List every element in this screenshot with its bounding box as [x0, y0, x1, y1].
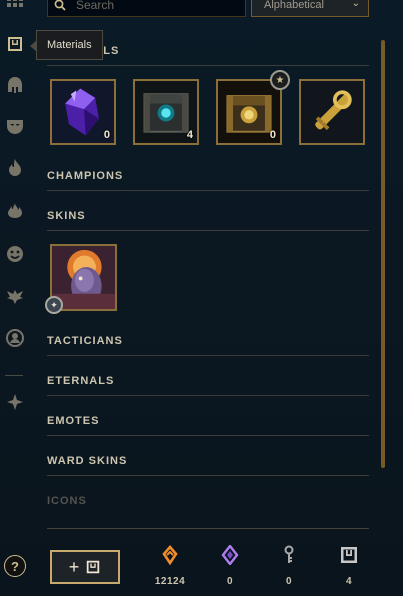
- flame-icon[interactable]: [4, 156, 26, 178]
- material-tile-gemstone[interactable]: 0: [50, 79, 116, 145]
- section-emotes-label: EMOTES: [47, 415, 100, 427]
- section-divider: [47, 475, 369, 476]
- section-ward-skins-label: WARD SKINS: [47, 455, 128, 467]
- section-tacticians[interactable]: TACTICIANS: [47, 335, 369, 356]
- blue-essence-value: 12124: [154, 576, 186, 587]
- winged-icon[interactable]: [4, 285, 26, 307]
- material-count: 4: [186, 129, 193, 141]
- material-count: 0: [269, 129, 276, 141]
- rail-divider: [5, 375, 23, 376]
- add-chest-button[interactable]: +: [50, 550, 120, 584]
- key-fragment-icon: [284, 545, 294, 563]
- mask-icon[interactable]: [4, 115, 26, 137]
- section-skins-label: SKINS: [47, 210, 86, 222]
- section-eternals-label: ETERNALS: [47, 375, 115, 387]
- currency-chests: 4: [319, 545, 379, 587]
- sort-selected: Alphabetical: [264, 0, 324, 11]
- skin-tier-badge-icon: ✦: [45, 296, 63, 314]
- mythic-essence-value: 0: [226, 576, 234, 587]
- section-divider: [47, 190, 369, 191]
- section-divider: [47, 230, 369, 231]
- tft-icon[interactable]: [4, 391, 26, 413]
- sort-dropdown[interactable]: Alphabetical ⌄: [251, 0, 369, 17]
- grid-icon[interactable]: [4, 0, 26, 16]
- section-champions-label: CHAMPIONS: [47, 170, 124, 182]
- section-champions[interactable]: CHAMPIONS: [47, 170, 369, 191]
- smiley-icon[interactable]: [4, 243, 26, 265]
- section-skins[interactable]: SKINS: [47, 210, 369, 231]
- section-tacticians-label: TACTICIANS: [47, 335, 123, 347]
- craft-plus: +: [68, 556, 80, 577]
- section-eternals[interactable]: ETERNALS: [47, 375, 369, 396]
- section-icons[interactable]: ICONS: [47, 495, 369, 507]
- tooltip-text: Materials: [47, 39, 92, 51]
- section-divider: [47, 65, 369, 66]
- chest-count-icon: [341, 547, 357, 563]
- star-badge-icon: ★: [270, 70, 290, 90]
- mythic-essence-icon: [221, 545, 239, 565]
- fire-icon[interactable]: [4, 199, 26, 221]
- chest-icon: [87, 560, 100, 574]
- chevron-down-icon: ⌄: [351, 0, 360, 9]
- material-tile-hextech-key[interactable]: [299, 79, 365, 145]
- profile-icon[interactable]: [4, 327, 26, 349]
- search-placeholder: Search: [76, 0, 115, 12]
- search-input[interactable]: Search: [47, 0, 246, 17]
- materials-chest-icon[interactable]: [4, 33, 26, 55]
- section-divider: [47, 395, 369, 396]
- currency-blue-essence: 12124: [140, 545, 200, 587]
- left-rail: ?: [0, 0, 30, 596]
- blue-essence-icon: [162, 545, 178, 565]
- section-emotes[interactable]: EMOTES: [47, 415, 369, 436]
- materials-tooltip: Materials: [30, 30, 103, 60]
- material-tile-masterwork-chest[interactable]: 0: [216, 79, 282, 145]
- material-tile-hextech-chest[interactable]: 4: [133, 79, 199, 145]
- currency-key-fragment: 0: [259, 545, 319, 587]
- section-divider: [47, 355, 369, 356]
- section-ward-skins[interactable]: WARD SKINS: [47, 455, 369, 476]
- bottom-divider: [47, 528, 369, 529]
- material-count: 0: [103, 129, 110, 141]
- helmet-icon[interactable]: [4, 74, 26, 96]
- help-button[interactable]: ?: [4, 555, 26, 577]
- golden-key-icon: [301, 81, 363, 143]
- scrollbar[interactable]: [381, 40, 385, 468]
- section-icons-label: ICONS: [47, 495, 87, 507]
- chests-value: 4: [345, 576, 353, 587]
- section-divider: [47, 435, 369, 436]
- currency-mythic-essence: 0: [200, 545, 260, 587]
- key-fragment-value: 0: [285, 576, 293, 587]
- search-icon: [54, 0, 66, 11]
